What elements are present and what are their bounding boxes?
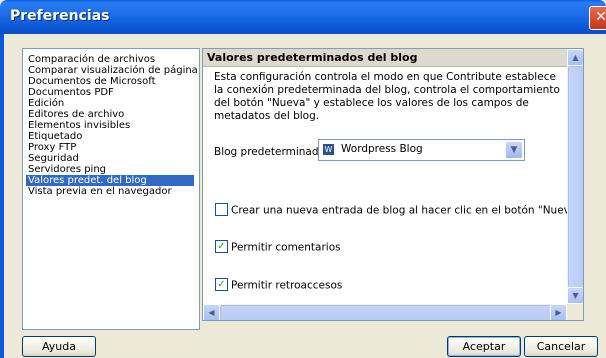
scroll-right-icon[interactable]: ▶ [550,304,567,320]
allow-trackbacks-option[interactable]: ✓ Permitir retroaccesos [215,278,343,292]
category-item[interactable]: Vista previa en el navegador [26,186,174,197]
vertical-scrollbar[interactable]: ▲ ▼ [567,49,583,304]
checkbox-checked[interactable]: ✓ [215,240,228,253]
category-item[interactable]: Comparar visualización de página [26,65,200,76]
horizontal-scrollbar[interactable]: ◀ ▶ [203,304,567,320]
category-item[interactable]: Proxy FTP [26,142,78,153]
settings-panel: Valores predeterminados del blog Esta co… [202,48,584,321]
close-button[interactable]: ✕ [589,6,606,30]
panel-description: Esta configuración controla el modo en q… [214,71,560,122]
category-item[interactable]: Editores de archivo [26,109,126,120]
cancel-button[interactable]: Cancelar [524,336,598,357]
default-blog-value: Wordpress Blog [341,143,423,155]
checkbox-unchecked[interactable] [215,203,228,216]
checkbox-label: Crear una nueva entrada de blog al hacer… [231,204,582,217]
create-new-entry-option[interactable]: Crear una nueva entrada de blog al hacer… [215,203,582,217]
scroll-up-icon[interactable]: ▲ [567,49,583,66]
panel-header: Valores predeterminados del blog [203,49,571,67]
category-item-selected[interactable]: Valores predet. del blog [26,175,194,186]
help-button[interactable]: Ayuda [22,336,96,357]
ok-button[interactable]: Aceptar [447,336,521,357]
category-item[interactable]: Servidores ping [26,164,108,175]
vertical-scroll-thumb[interactable] [568,66,583,288]
checkbox-label: Permitir comentarios [231,241,341,254]
window-title: Preferencias [10,8,110,24]
wordpress-icon: W [323,144,334,155]
category-list[interactable]: Comparación de archivos Comparar visuali… [22,48,200,330]
category-item[interactable]: Edición [26,98,66,109]
horizontal-scroll-thumb[interactable] [220,305,551,320]
default-blog-label: Blog predeterminado: [214,146,329,158]
scroll-down-icon[interactable]: ▼ [567,287,583,304]
chevron-down-icon[interactable]: ▼ [505,141,523,159]
default-blog-select[interactable]: W Wordpress Blog ▼ [318,139,525,161]
category-item[interactable]: Comparación de archivos [26,54,157,65]
scroll-left-icon[interactable]: ◀ [203,304,220,320]
scrollbar-corner [567,304,583,320]
category-item[interactable]: Etiquetado [26,131,84,142]
close-icon: ✕ [595,9,606,25]
category-item[interactable]: Documentos de Microsoft [26,76,158,87]
category-item[interactable]: Elementos invisibles [26,120,132,131]
category-item[interactable]: Documentos PDF [26,87,116,98]
checkbox-checked[interactable]: ✓ [215,278,228,291]
title-bar: Preferencias ✕ [0,0,606,34]
category-item[interactable]: Seguridad [26,153,81,164]
checkbox-label: Permitir retroaccesos [231,279,343,292]
allow-comments-option[interactable]: ✓ Permitir comentarios [215,240,341,254]
window-frame-left [0,34,4,358]
